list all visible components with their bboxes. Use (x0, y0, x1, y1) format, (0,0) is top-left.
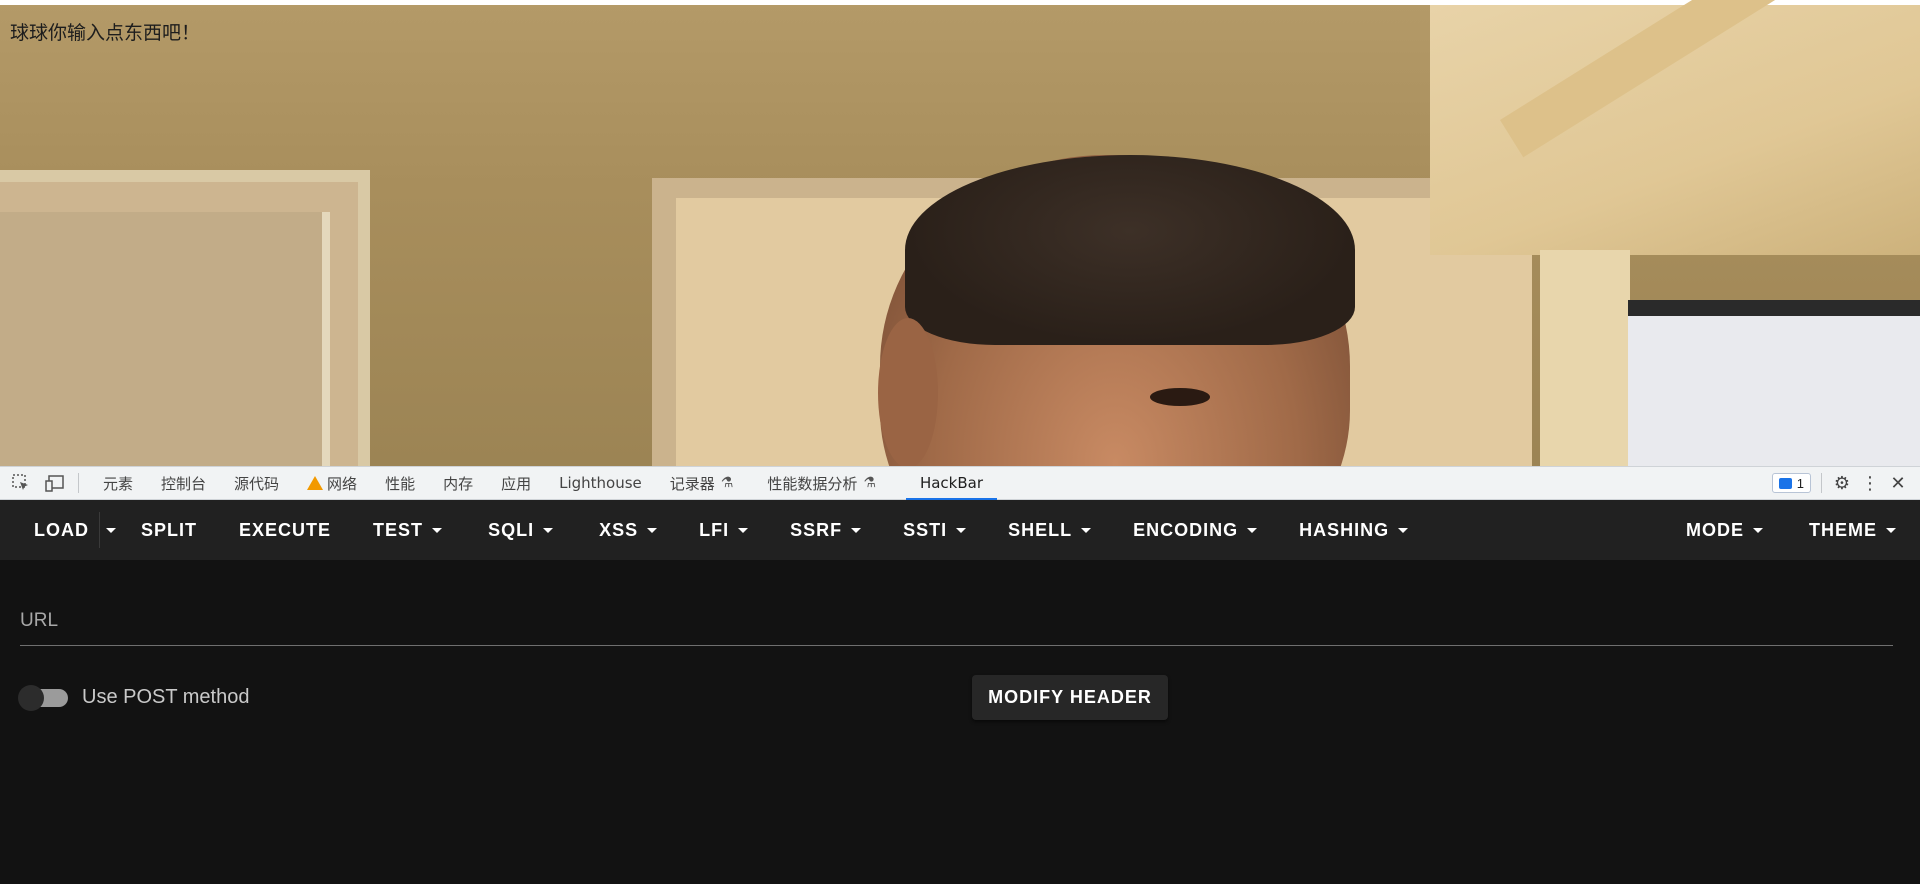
devtools-right-controls: 1 ⚙ ⋮ ✕ (1771, 466, 1920, 500)
mode-menu[interactable]: MODE (1670, 500, 1779, 560)
issues-count: 1 (1796, 475, 1804, 491)
sqli-label: SQLI (488, 519, 535, 540)
tab-label: 性能数据分析 (767, 474, 858, 493)
photo-wall-left-panel (0, 212, 330, 466)
hashing-menu[interactable]: HASHING (1273, 500, 1424, 560)
split-button[interactable]: SPLIT (125, 500, 213, 560)
load-button[interactable]: LOAD (18, 500, 99, 560)
url-input[interactable] (20, 606, 1893, 645)
ssrf-menu[interactable]: SSRF (764, 500, 877, 560)
chevron-down-icon (1753, 527, 1763, 533)
toolbar-divider (78, 473, 79, 493)
post-method-switch[interactable] (18, 684, 68, 711)
tab-recorder[interactable]: 记录器 ⚗ (656, 466, 748, 500)
flask-icon: ⚗ (863, 475, 876, 491)
tab-elements[interactable]: 元素 (89, 466, 147, 500)
url-field[interactable]: URL (20, 606, 1893, 646)
execute-button[interactable]: EXECUTE (213, 500, 347, 560)
chevron-down-icon (851, 527, 862, 533)
xss-label: XSS (599, 519, 639, 540)
ssrf-label: SSRF (790, 519, 843, 540)
encoding-menu[interactable]: ENCODING (1107, 500, 1273, 560)
flask-icon: ⚗ (720, 475, 734, 491)
chevron-down-icon (1081, 527, 1092, 533)
page-message: 球球你输入点东西吧！ (10, 22, 201, 44)
photo-ear (878, 318, 938, 466)
tab-console[interactable]: 控制台 (147, 466, 220, 500)
chevron-down-icon (956, 527, 967, 533)
shell-menu[interactable]: SHELL (982, 500, 1107, 560)
tab-sources[interactable]: 源代码 (220, 466, 293, 500)
tab-label: 网络 (327, 474, 358, 493)
shell-label: SHELL (1008, 519, 1073, 540)
chevron-down-icon (432, 527, 443, 533)
devtools-tab-strip: 元素 控制台 源代码 网络 性能 内存 应用 Lighthouse 记录器 ⚗ … (0, 466, 1920, 501)
tab-label: HackBar (919, 474, 983, 492)
chevron-down-icon (1886, 527, 1896, 533)
toolbar-divider (1821, 473, 1822, 493)
inspect-element-icon[interactable] (8, 470, 34, 496)
modify-header-label: MODIFY HEADER (988, 687, 1152, 707)
tab-label: 控制台 (161, 474, 207, 493)
chevron-down-icon (1247, 527, 1258, 533)
hackbar-panel: URL Use POST method MODIFY HEADER (0, 560, 1920, 884)
settings-gear-icon[interactable]: ⚙ (1828, 469, 1856, 497)
tab-hackbar[interactable]: HackBar (905, 466, 998, 501)
close-icon[interactable]: ✕ (1884, 469, 1912, 497)
execute-label: EXECUTE (239, 519, 332, 540)
tab-label: 源代码 (234, 474, 280, 493)
tab-memory[interactable]: 内存 (429, 466, 487, 500)
photo-hair (905, 155, 1355, 345)
chevron-down-icon (738, 527, 749, 533)
mode-label: MODE (1686, 519, 1744, 540)
load-label: LOAD (34, 519, 89, 540)
switch-thumb (18, 684, 44, 711)
load-dropdown-icon[interactable] (99, 512, 121, 548)
theme-menu[interactable]: THEME (1779, 500, 1920, 560)
message-icon (1778, 477, 1792, 489)
lfi-menu[interactable]: LFI (673, 500, 764, 560)
post-method-toggle[interactable]: Use POST method (18, 684, 250, 711)
lfi-label: LFI (699, 519, 730, 540)
post-method-label: Use POST method (82, 686, 250, 708)
test-menu[interactable]: TEST (347, 500, 458, 560)
chevron-down-icon (543, 527, 554, 533)
tab-network[interactable]: 网络 (293, 466, 371, 500)
tab-label: 应用 (501, 474, 532, 493)
issues-badge[interactable]: 1 (1771, 473, 1811, 493)
theme-label: THEME (1809, 519, 1877, 540)
tab-label: 性能 (385, 474, 416, 493)
hackbar-toolbar: LOAD SPLIT EXECUTE TEST SQLI XSS LFI SSR… (0, 500, 1920, 560)
chevron-down-icon (1398, 527, 1409, 533)
ssti-menu[interactable]: SSTI (877, 500, 982, 560)
tab-label: 元素 (103, 474, 134, 493)
modify-header-button[interactable]: MODIFY HEADER (972, 675, 1168, 720)
tab-application[interactable]: 应用 (487, 466, 545, 500)
tab-lighthouse[interactable]: Lighthouse (545, 466, 656, 500)
device-toolbar-icon[interactable] (42, 470, 68, 496)
tab-performance-insights[interactable]: 性能数据分析 ⚗ (753, 466, 890, 500)
tab-performance[interactable]: 性能 (371, 466, 429, 500)
chevron-down-icon (647, 527, 658, 533)
xss-menu[interactable]: XSS (569, 500, 673, 560)
encoding-label: ENCODING (1133, 519, 1239, 540)
tab-label: 内存 (443, 474, 474, 493)
ssti-label: SSTI (903, 519, 948, 540)
photo-eye (1150, 388, 1210, 406)
more-options-icon[interactable]: ⋮ (1856, 469, 1884, 497)
tab-label: Lighthouse (559, 474, 642, 492)
test-label: TEST (373, 519, 424, 540)
sqli-menu[interactable]: SQLI (458, 500, 569, 560)
hashing-label: HASHING (1299, 519, 1390, 540)
photo-window (1628, 300, 1920, 466)
warning-icon (307, 476, 324, 490)
split-label: SPLIT (141, 519, 198, 540)
page-viewport: 球球你输入点东西吧！ (0, 0, 1920, 466)
tab-label: 记录器 (669, 474, 715, 493)
photo-post (1540, 250, 1630, 466)
